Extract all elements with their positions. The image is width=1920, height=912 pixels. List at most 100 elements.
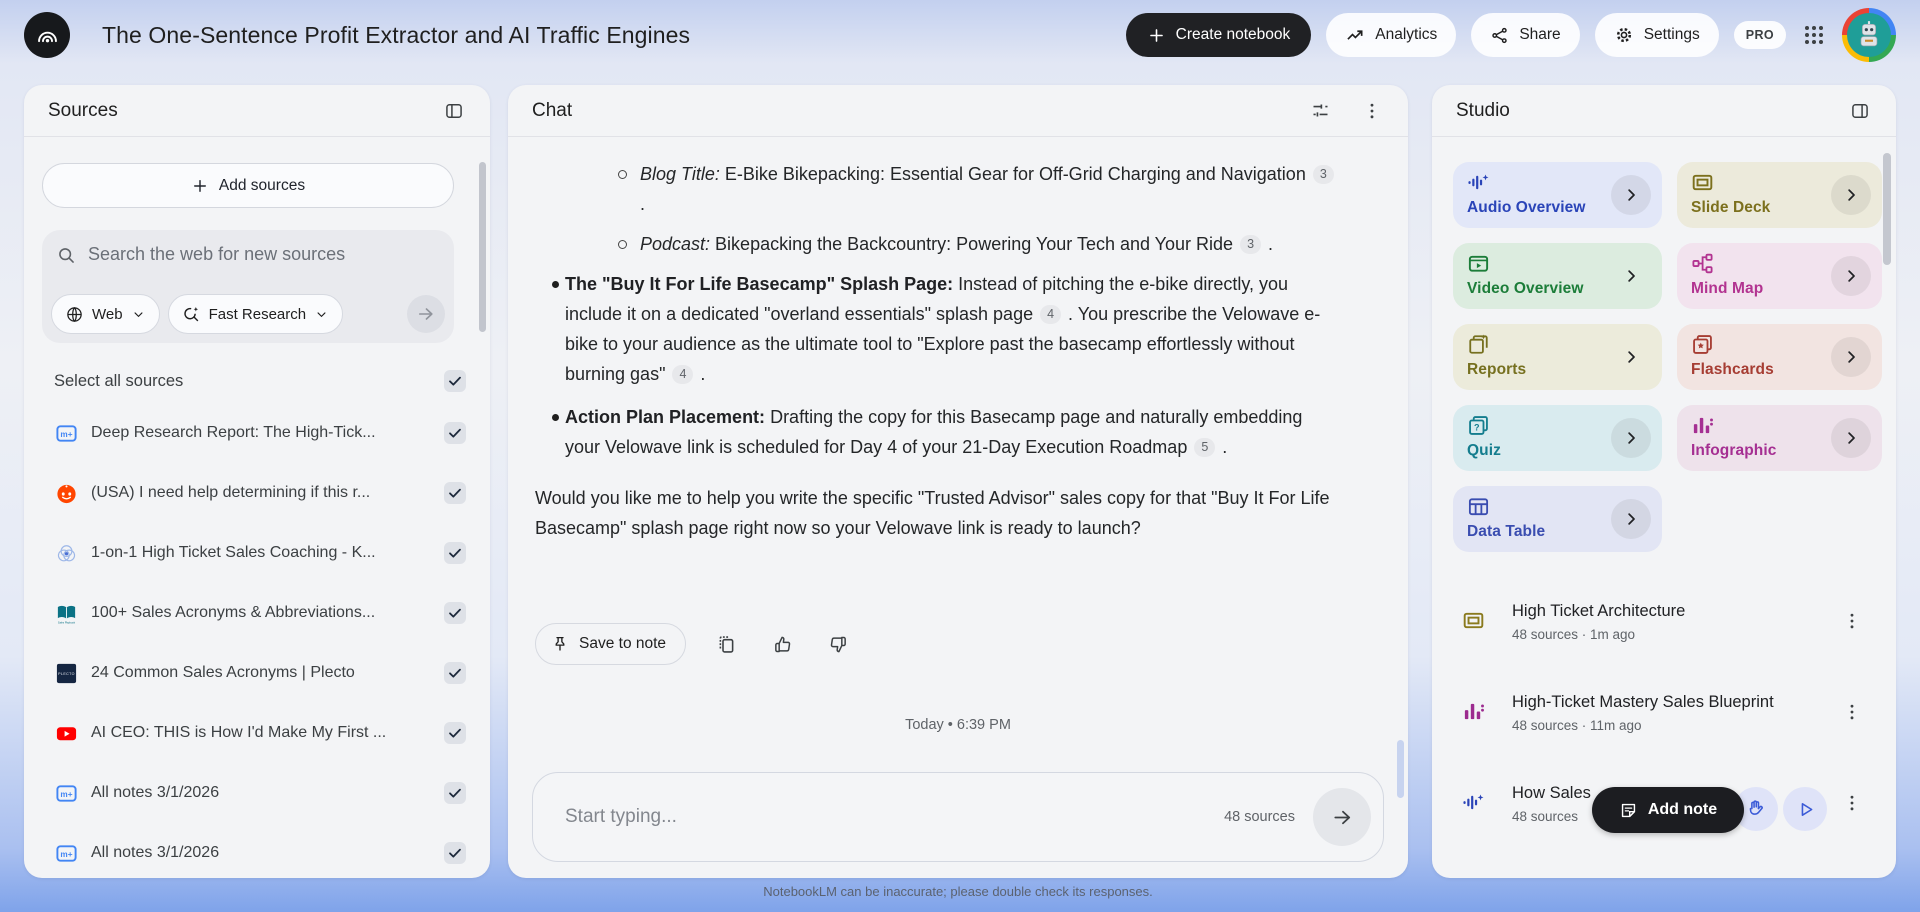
source-row[interactable]: 1-on-1 High Ticket Sales Coaching - K...: [24, 523, 490, 583]
citation-chip[interactable]: 3: [1240, 235, 1261, 254]
chat-more-button[interactable]: [1356, 95, 1388, 127]
studio-tile-slide-deck[interactable]: Slide Deck: [1677, 162, 1882, 228]
chat-input[interactable]: [565, 806, 1224, 828]
chevron-right-icon[interactable]: [1611, 256, 1651, 296]
chevron-down-icon: [314, 307, 329, 322]
source-checkbox[interactable]: [444, 602, 466, 624]
source-title: AI CEO: THIS is How I'd Make My First ..…: [91, 724, 444, 742]
share-label: Share: [1519, 26, 1560, 44]
analytics-button[interactable]: Analytics: [1326, 13, 1456, 57]
sources-title: Sources: [48, 100, 118, 122]
source-checkbox[interactable]: [444, 662, 466, 684]
select-all-checkbox[interactable]: [444, 370, 466, 392]
citation-chip[interactable]: 4: [1040, 305, 1061, 324]
chevron-right-icon[interactable]: [1831, 175, 1871, 215]
analytics-label: Analytics: [1375, 26, 1437, 44]
studio-tile-data-table[interactable]: Data Table: [1453, 486, 1662, 552]
chevron-right-icon[interactable]: [1611, 418, 1651, 458]
source-title: Deep Research Report: The High-Tick...: [91, 424, 444, 442]
svg-text:?: ?: [1474, 423, 1480, 433]
add-note-button[interactable]: Add note: [1592, 787, 1744, 833]
chat-scrollbar[interactable]: [1397, 740, 1404, 798]
chevron-right-icon[interactable]: [1831, 418, 1871, 458]
artifact-more-button[interactable]: [1842, 702, 1862, 727]
search-submit-button[interactable]: [407, 295, 445, 333]
google-apps-button[interactable]: [1801, 22, 1827, 48]
chevron-down-icon: [131, 307, 146, 322]
copy-button[interactable]: [710, 628, 742, 660]
chevron-right-icon[interactable]: [1611, 175, 1651, 215]
avatar-robot-image: [1847, 13, 1891, 57]
source-checkbox[interactable]: [444, 482, 466, 504]
artifact-more-button[interactable]: [1842, 793, 1862, 818]
thumbs-down-button[interactable]: [822, 628, 854, 660]
chevron-right-icon[interactable]: [1611, 337, 1651, 377]
notebooklm-logo[interactable]: [24, 12, 70, 58]
studio-tile-video-overview[interactable]: Video Overview: [1453, 243, 1662, 309]
studio-tile-infographic[interactable]: Infographic: [1677, 405, 1882, 471]
source-checkbox[interactable]: [444, 422, 466, 444]
chat-text-segment: .: [695, 364, 705, 384]
source-checkbox[interactable]: [444, 782, 466, 804]
settings-button[interactable]: Settings: [1595, 13, 1719, 57]
citation-chip[interactable]: 5: [1194, 438, 1215, 457]
studio-tile-label: Slide Deck: [1691, 199, 1770, 217]
research-mode-dropdown[interactable]: Fast Research: [168, 294, 344, 334]
source-title: All notes 3/1/2026: [91, 844, 444, 862]
artifact-more-button[interactable]: [1842, 611, 1862, 636]
notebook-title[interactable]: The One-Sentence Profit Extractor and AI…: [102, 22, 690, 49]
chevron-right-icon[interactable]: [1831, 256, 1871, 296]
studio-tile-label: Infographic: [1691, 442, 1777, 460]
create-notebook-button[interactable]: Create notebook: [1126, 13, 1312, 57]
add-sources-button[interactable]: Add sources: [42, 163, 454, 208]
studio-tile-mind-map[interactable]: Mind Map: [1677, 243, 1882, 309]
source-row[interactable]: (USA) I need help determining if this r.…: [24, 463, 490, 523]
studio-scrollbar[interactable]: [1883, 153, 1891, 265]
hand-wave-icon: [1745, 798, 1767, 820]
panel-toggle-icon: [444, 101, 464, 121]
logo-arcs-icon: [34, 22, 61, 49]
studio-tile-label: Flashcards: [1691, 361, 1774, 379]
user-avatar[interactable]: [1842, 8, 1896, 62]
source-checkbox[interactable]: [444, 542, 466, 564]
source-row[interactable]: m+ All notes 3/1/2026: [24, 823, 490, 878]
studio-tile-audio-overview[interactable]: Audio Overview: [1453, 162, 1662, 228]
create-notebook-label: Create notebook: [1176, 26, 1291, 44]
studio-tile-flashcards[interactable]: Flashcards: [1677, 324, 1882, 390]
web-filter-dropdown[interactable]: Web: [51, 294, 160, 334]
audio-waveform-icon: [1467, 171, 1490, 199]
studio-tile-label: Data Table: [1467, 523, 1545, 541]
studio-artifact-item[interactable]: High Ticket Architecture48 sources · 1m …: [1462, 601, 1876, 649]
save-to-note-button[interactable]: Save to note: [535, 623, 686, 665]
search-input-row[interactable]: Search the web for new sources: [56, 244, 440, 265]
source-checkbox[interactable]: [444, 722, 466, 744]
source-row[interactable]: AI CEO: THIS is How I'd Make My First ..…: [24, 703, 490, 763]
citation-chip[interactable]: 4: [672, 365, 693, 384]
research-mode-label: Fast Research: [209, 306, 307, 323]
citation-chip[interactable]: 3: [1313, 165, 1334, 184]
chat-text-segment: Action Plan Placement:: [565, 407, 765, 427]
collapse-sources-button[interactable]: [438, 95, 470, 127]
thumbs-up-button[interactable]: [766, 628, 798, 660]
video-overview-icon: [1467, 252, 1490, 280]
studio-tile-reports[interactable]: Reports: [1453, 324, 1662, 390]
send-message-button[interactable]: [1313, 788, 1371, 846]
sources-scrollbar[interactable]: [479, 162, 486, 332]
chat-settings-button[interactable]: [1304, 95, 1336, 127]
source-row[interactable]: PLECTO24 Common Sales Acronyms | Plecto: [24, 643, 490, 703]
search-icon: [56, 245, 76, 265]
source-row[interactable]: m+Deep Research Report: The High-Tick...: [24, 403, 490, 463]
source-checkbox[interactable]: [444, 842, 466, 864]
search-placeholder: Search the web for new sources: [88, 244, 345, 265]
share-button[interactable]: Share: [1471, 13, 1579, 57]
chat-text-segment: Would you like me to help you write the …: [535, 488, 1330, 538]
chevron-right-icon[interactable]: [1611, 499, 1651, 539]
studio-tile-quiz[interactable]: ?Quiz: [1453, 405, 1662, 471]
source-row[interactable]: Sales Playbook100+ Sales Acronyms & Abbr…: [24, 583, 490, 643]
note-icon: m+: [54, 841, 78, 865]
source-row[interactable]: m+All notes 3/1/2026: [24, 763, 490, 823]
play-button[interactable]: [1783, 787, 1827, 831]
chevron-right-icon[interactable]: [1831, 337, 1871, 377]
collapse-studio-button[interactable]: [1844, 95, 1876, 127]
studio-artifact-item[interactable]: High-Ticket Mastery Sales Blueprint48 so…: [1462, 692, 1876, 740]
